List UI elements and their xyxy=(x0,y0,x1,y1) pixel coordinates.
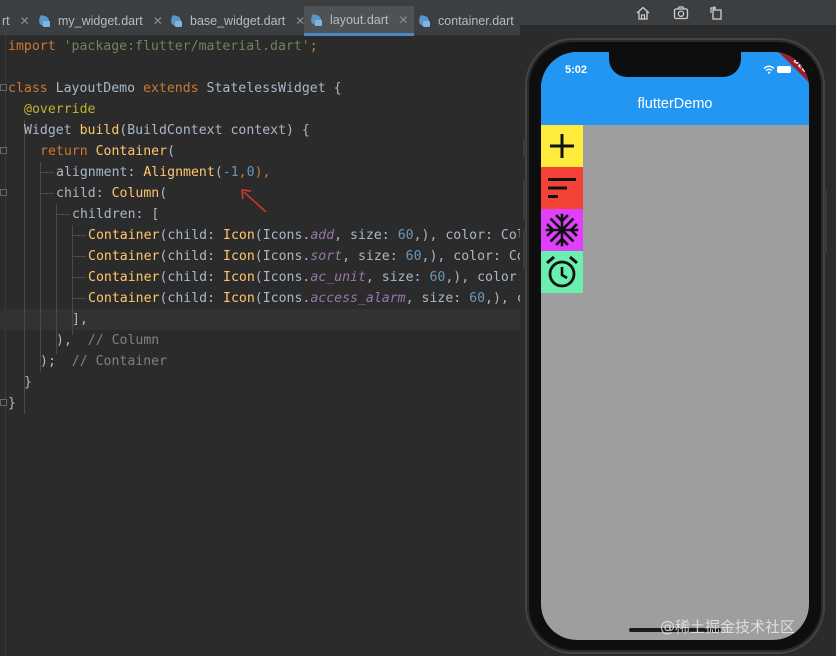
close-icon[interactable]: ✕ xyxy=(20,14,30,28)
dart-file-icon xyxy=(170,14,184,28)
app-title: flutterDemo xyxy=(637,96,713,112)
volume-down-button xyxy=(523,230,526,270)
tab-container[interactable]: container.dart xyxy=(412,6,520,36)
close-icon[interactable]: ✕ xyxy=(398,13,408,27)
tab-partial[interactable]: rt ✕ xyxy=(0,6,36,36)
icon-column xyxy=(541,125,583,293)
status-time: 5:02 xyxy=(565,64,588,76)
code-editor[interactable]: import 'package:flutter/material.dart'; … xyxy=(0,36,528,656)
tab-label: layout.dart xyxy=(330,12,389,27)
access-alarm-icon xyxy=(546,255,578,288)
close-icon[interactable]: ✕ xyxy=(153,14,163,28)
debug-banner: DEBUG xyxy=(779,52,809,96)
tab-layout[interactable]: layout.dart ✕ xyxy=(304,6,415,36)
ac-unit-container xyxy=(541,209,583,251)
access-alarm-container xyxy=(541,251,583,293)
annotation-arrow xyxy=(241,189,267,213)
sort-icon xyxy=(548,178,576,198)
volume-up-button xyxy=(523,180,526,220)
add-container xyxy=(541,125,583,167)
tab-label: container.dart xyxy=(438,14,514,28)
battery-icon xyxy=(777,66,791,73)
power-button xyxy=(824,190,827,254)
ac-unit-icon xyxy=(545,213,579,247)
dart-file-icon xyxy=(418,14,432,28)
emulator-toolbar xyxy=(520,0,836,26)
tab-my-widget[interactable]: my_widget.dart ✕ xyxy=(32,6,169,36)
tab-label: rt xyxy=(2,14,10,28)
dart-file-icon xyxy=(310,13,324,27)
add-icon xyxy=(550,134,574,158)
phone-frame: 5:02 flutterDemo DEBUG xyxy=(523,40,827,652)
tab-label: base_widget.dart xyxy=(190,14,286,28)
home-icon[interactable] xyxy=(634,4,652,22)
phone-screen[interactable]: 5:02 flutterDemo DEBUG xyxy=(541,52,809,640)
tab-base-widget[interactable]: base_widget.dart ✕ xyxy=(164,6,311,36)
mute-switch xyxy=(523,138,526,158)
wifi-icon xyxy=(763,65,775,74)
notch xyxy=(609,52,741,77)
app-bar: 5:02 flutterDemo DEBUG xyxy=(541,52,809,125)
watermark: @稀土掘金技术社区 xyxy=(660,618,796,636)
screenshot-icon[interactable] xyxy=(672,4,690,22)
sort-container xyxy=(541,167,583,209)
rotate-icon[interactable] xyxy=(707,4,725,22)
dart-file-icon xyxy=(38,14,52,28)
tab-label: my_widget.dart xyxy=(58,14,143,28)
